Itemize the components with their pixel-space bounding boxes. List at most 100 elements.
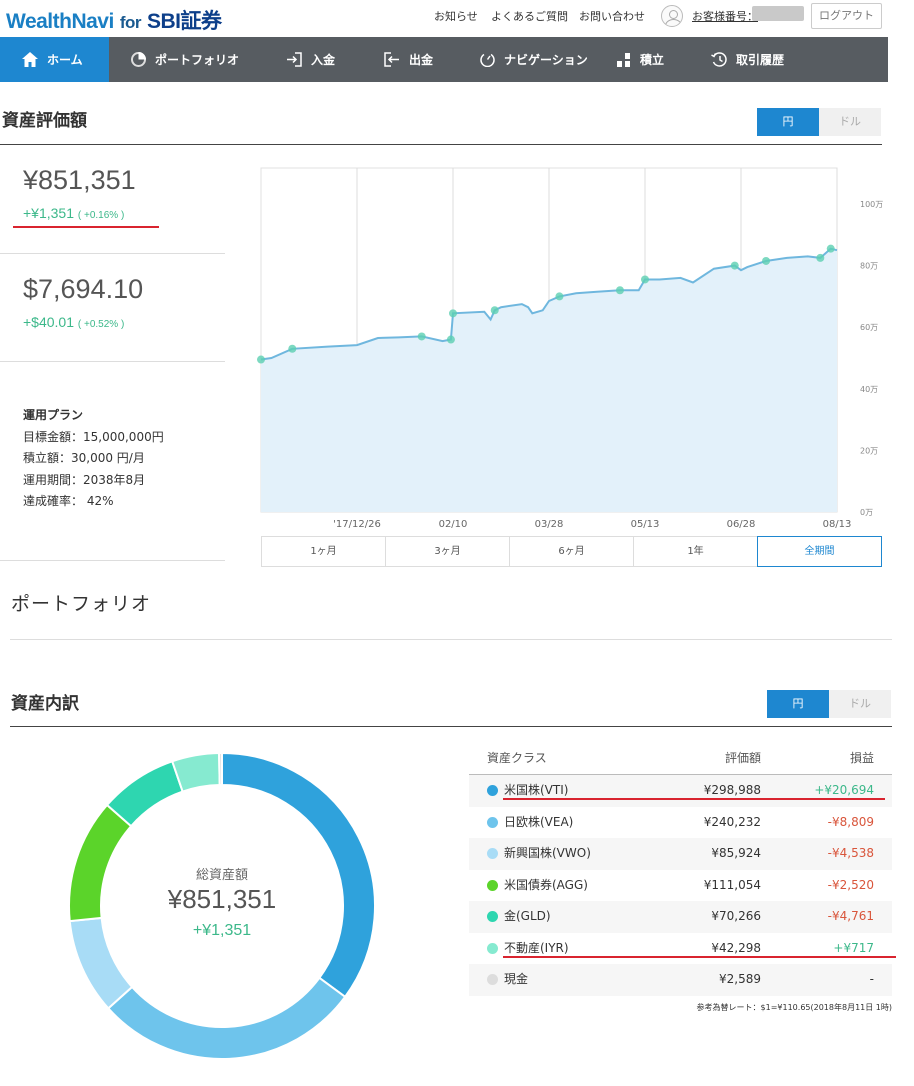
avatar-icon — [661, 5, 683, 27]
donut-total-gain: +¥1,351 — [192, 922, 252, 939]
deposit-marker — [417, 332, 426, 341]
home-icon — [22, 52, 38, 67]
nav-item-stack[interactable]: 積立 — [595, 37, 689, 82]
table-row: 金(GLD) ¥70,266 -¥4,761 — [469, 901, 892, 933]
x-tick-label: 02/10 — [439, 519, 468, 530]
period-selector: 1ヶ月 3ヶ月 6ヶ月 1年 全期間 — [261, 536, 882, 567]
navigation-icon — [480, 53, 495, 67]
nav-item-history[interactable]: 取引履歴 — [689, 37, 838, 82]
nav-item-home[interactable]: ホーム — [0, 37, 109, 82]
nav-item-withdraw[interactable]: 出金 — [362, 37, 458, 82]
y-tick-label: 100万 — [860, 200, 883, 209]
legend-dot — [487, 911, 498, 923]
asset-class-name: 現金 — [504, 972, 529, 986]
asset-class-cell: 新興国株(VWO) — [469, 838, 664, 870]
asset-class-cell: 日欧株(VEA) — [469, 807, 664, 839]
logo-main: WealthNavi — [6, 10, 114, 33]
stack-icon — [617, 52, 630, 67]
table-row: 現金 ¥2,589 - — [469, 964, 892, 996]
asset-class-name: 新興国株(VWO) — [504, 846, 591, 860]
toggle-yen[interactable]: 円 — [767, 690, 829, 718]
toggle-yen[interactable]: 円 — [757, 108, 819, 136]
asset-value-title: 資産評価額 — [2, 111, 87, 131]
asset-class-cell: 不動産(IYR) — [469, 933, 664, 965]
asset-pl-cell: +¥20,694 — [814, 783, 874, 797]
asset-class-cell: 米国債券(AGG) — [469, 870, 664, 902]
x-tick-label: 05/13 — [631, 519, 660, 530]
asset-value-cell: ¥111,054 — [703, 877, 761, 892]
x-tick-label: 06/28 — [727, 519, 756, 530]
deposit-marker — [641, 275, 649, 284]
x-tick-label: '17/12/26 — [333, 519, 381, 530]
deposit-marker — [490, 306, 499, 315]
nav-label-withdraw: 出金 — [409, 53, 434, 67]
contact-link[interactable]: お問い合わせ — [579, 8, 645, 24]
asset-value-cell: ¥85,924 — [711, 846, 761, 860]
faq-link[interactable]: よくあるご質問 — [491, 8, 568, 24]
deposit-marker — [288, 344, 297, 353]
table-header: 資産クラス 評価額 損益 — [469, 742, 892, 775]
x-tick-label: 03/28 — [535, 519, 564, 530]
asset-class-name: 米国株(VTI) — [504, 783, 569, 797]
deposit-marker — [826, 244, 835, 253]
asset-pl-cell: - — [869, 972, 874, 986]
deposit-icon — [287, 52, 302, 67]
top-header: WealthNavi for SBI証券 お知らせ よくあるご質問 お問い合わせ お… — [0, 0, 914, 37]
divider — [10, 726, 892, 727]
legend-dot — [487, 848, 498, 860]
asset-class-cell: 金(GLD) — [469, 901, 664, 933]
table-row: 米国債券(AGG) ¥111,054 -¥2,520 — [469, 870, 892, 902]
period-all[interactable]: 全期間 — [757, 536, 882, 567]
customer-number-redacted — [752, 6, 804, 21]
toggle-dollar[interactable]: ドル — [819, 108, 881, 136]
asset-chart: '17/12/26 02/10 03/28 05/13 06/28 08/13 100万 80… — [257, 167, 883, 530]
nav-label-home: ホーム — [47, 53, 83, 67]
header-value: 評価額 — [724, 751, 761, 765]
asset-class-name: 米国債券(AGG) — [504, 877, 588, 892]
pie-icon — [131, 52, 146, 67]
donut-slice — [218, 752, 223, 787]
logo-for: for — [119, 13, 142, 32]
nav-label-deposit: 入金 — [311, 53, 336, 67]
logout-button[interactable]: ログアウト — [811, 3, 882, 29]
asset-class-name: 不動産(IYR) — [504, 940, 569, 955]
deposit-marker — [446, 335, 455, 344]
breakdown-currency-toggle: 円 ドル — [767, 690, 891, 718]
divider — [0, 144, 882, 145]
asset-pl-cell: -¥4,761 — [827, 909, 874, 923]
history-icon — [711, 52, 727, 67]
logo[interactable]: WealthNavi for SBI証券 — [6, 5, 222, 35]
deposit-marker — [762, 256, 771, 265]
nav-label-stack: 積立 — [640, 53, 665, 67]
news-link[interactable]: お知らせ — [434, 8, 478, 24]
nav-label-navigation: ナビゲーション — [504, 53, 588, 67]
nav-label-history: 取引履歴 — [736, 53, 785, 67]
asset-pl-cell: -¥2,520 — [827, 877, 874, 892]
asset-class-name: 日欧株(VEA) — [504, 814, 574, 829]
asset-value-cell: ¥2,589 — [719, 972, 761, 986]
portfolio-title: ポートフォリオ — [11, 593, 152, 615]
breakdown-title: 資産内訳 — [11, 694, 79, 714]
period-1m[interactable]: 1ヶ月 — [262, 537, 386, 566]
divider — [0, 560, 225, 561]
legend-dot — [487, 816, 498, 828]
period-1y[interactable]: 1年 — [634, 537, 758, 566]
deposit-marker — [555, 292, 564, 301]
withdraw-icon — [384, 52, 399, 67]
nav-item-navigation[interactable]: ナビゲーション — [458, 37, 595, 82]
nav-item-deposit[interactable]: 入金 — [264, 37, 362, 82]
table-body: 米国株(VTI) ¥298,988 +¥20,694 日欧株(VEA) ¥240,232… — [469, 775, 892, 996]
x-tick-label: 08/13 — [823, 519, 852, 530]
period-3m[interactable]: 3ヶ月 — [386, 537, 510, 566]
toggle-dollar[interactable]: ドル — [829, 690, 891, 718]
asset-class-cell: 現金 — [469, 964, 664, 996]
period-6m[interactable]: 6ヶ月 — [510, 537, 634, 566]
customer-number-link[interactable]: お客様番号： — [692, 8, 758, 24]
nav-item-portfolio[interactable]: ポートフォリオ — [109, 37, 264, 82]
y-tick-label: 40万 — [860, 385, 878, 394]
deposit-marker — [816, 253, 825, 262]
table-row: 新興国株(VWO) ¥85,924 -¥4,538 — [469, 838, 892, 870]
asset-value-cell: ¥70,266 — [711, 909, 761, 923]
divider — [10, 639, 892, 640]
legend-dot — [487, 942, 498, 954]
